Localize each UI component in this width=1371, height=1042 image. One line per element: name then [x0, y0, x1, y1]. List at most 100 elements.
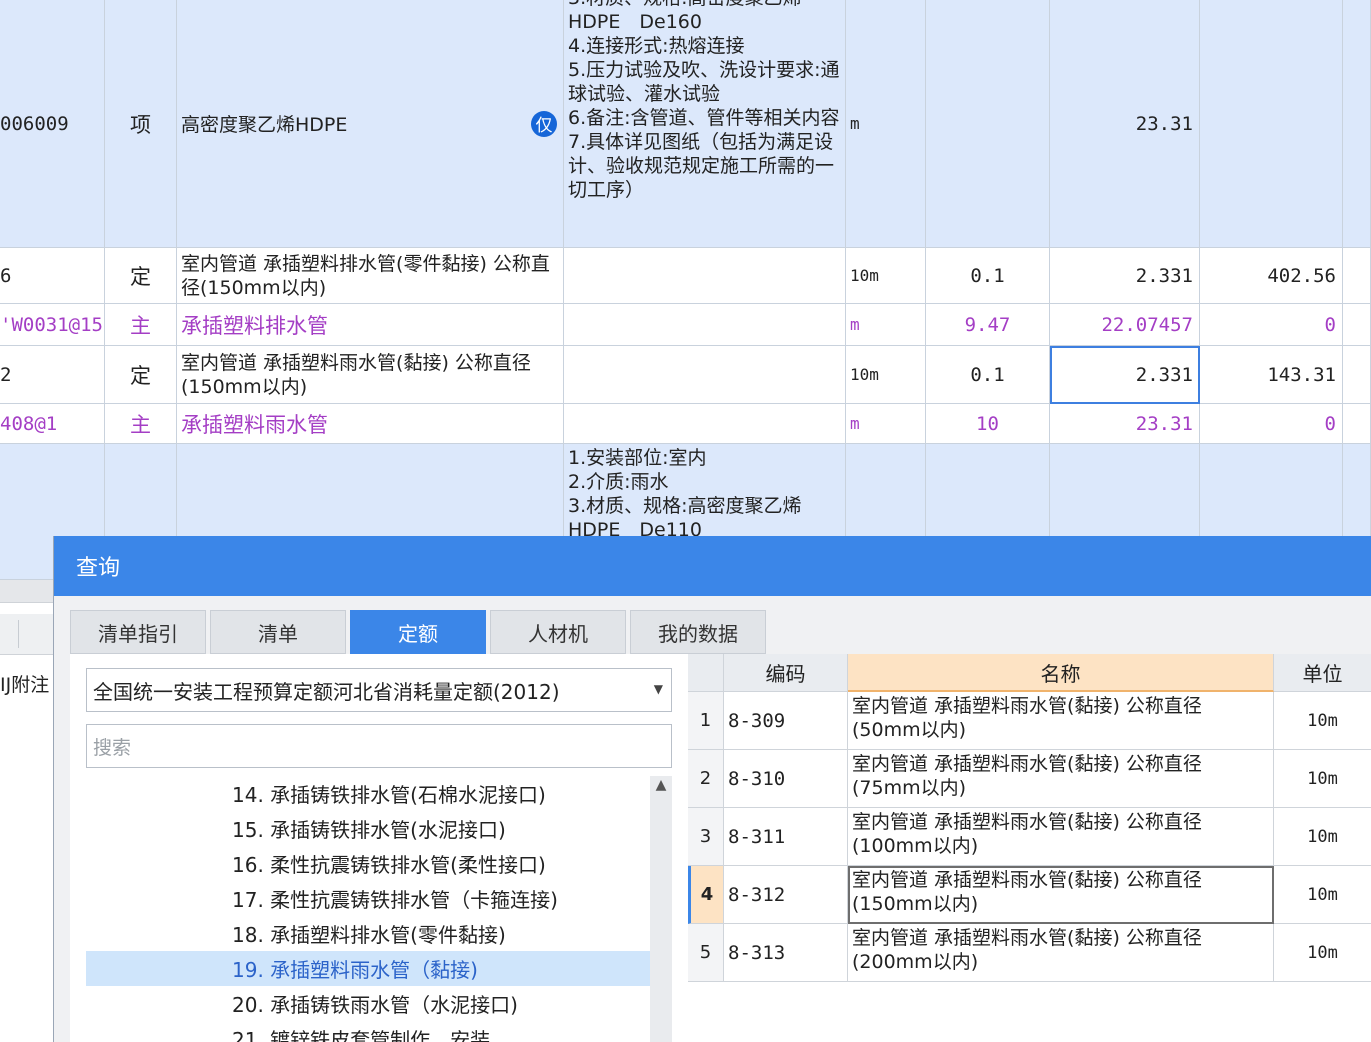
row-code[interactable]: 8-313	[724, 924, 848, 982]
tree-item[interactable]: 20. 承插铸铁雨水管（水泥接口)	[86, 986, 650, 1021]
tab-my-data[interactable]: 我的数据	[630, 610, 766, 654]
row-name[interactable]: 室内管道 承插塑料雨水管(黏接) 公称直径(200mm以内)	[848, 924, 1274, 982]
chevron-down-icon[interactable]: ▼	[654, 682, 663, 696]
cell-extra[interactable]	[1343, 248, 1371, 304]
row-number: 2	[688, 750, 724, 808]
row-number: 1	[688, 692, 724, 750]
cell-features[interactable]	[564, 248, 846, 304]
grid-header-code[interactable]: 编码	[724, 654, 848, 692]
cell-qty1[interactable]: 10	[926, 404, 1050, 444]
sheet-row[interactable]: 6 定 室内管道 承插塑料排水管(零件黏接) 公称直径(150mm以内) 10m…	[0, 248, 1371, 304]
tab-list-guide[interactable]: 清单指引	[70, 610, 206, 654]
cell-type[interactable]: 项	[105, 0, 177, 248]
cell-features[interactable]: 3.材质、规格:高密度聚乙烯HDPE De160 4.连接形式:热熔连接 5.压…	[564, 0, 846, 248]
search-input[interactable]: 搜索	[86, 724, 672, 768]
cell-qty2[interactable]: 2.331	[1050, 248, 1200, 304]
row-number: 4	[688, 866, 724, 924]
sheet-row[interactable]: 006009 项 高密度聚乙烯HDPE 仅 3.材质、规格:高密度聚乙烯HDPE…	[0, 0, 1371, 248]
sheet-row[interactable]: 408@1 主 承插塑料雨水管 m 10 23.31 0	[0, 404, 1371, 444]
cell-qty2-selected[interactable]: 2.331	[1050, 346, 1200, 404]
cell-price[interactable]: 402.56	[1200, 248, 1343, 304]
grid-row[interactable]: 2 8-310 室内管道 承插塑料雨水管(黏接) 公称直径(75mm以内) 10…	[688, 750, 1371, 808]
cell-unit[interactable]: 10m	[846, 248, 926, 304]
row-code[interactable]: 8-309	[724, 692, 848, 750]
cell-name[interactable]: 高密度聚乙烯HDPE 仅	[177, 0, 564, 248]
sheet-row[interactable]: 2 定 室内管道 承插塑料雨水管(黏接) 公称直径(150mm以内) 10m 0…	[0, 346, 1371, 404]
cell-features[interactable]	[564, 304, 846, 346]
cell-extra[interactable]	[1343, 404, 1371, 444]
cell-qty2[interactable]: 23.31	[1050, 0, 1200, 248]
cell-price[interactable]: 0	[1200, 304, 1343, 346]
row-name[interactable]: 室内管道 承插塑料雨水管(黏接) 公称直径(75mm以内)	[848, 750, 1274, 808]
cell-unit[interactable]: m	[846, 0, 926, 248]
grid-row-current[interactable]: 4 8-312 室内管道 承插塑料雨水管(黏接) 公称直径(150mm以内) 1…	[688, 866, 1371, 924]
grid-row[interactable]: 1 8-309 室内管道 承插塑料雨水管(黏接) 公称直径(50mm以内) 10…	[688, 692, 1371, 750]
cell-extra[interactable]	[1343, 304, 1371, 346]
tree-item[interactable]: 21. 镀锌铁皮套管制作、安装	[86, 1021, 650, 1042]
cell-price[interactable]: 143.31	[1200, 346, 1343, 404]
row-unit[interactable]: 10m	[1274, 808, 1371, 866]
row-number: 5	[688, 924, 724, 982]
cell-code[interactable]: 408@1	[0, 404, 105, 444]
tree-item[interactable]: 14. 承插铸铁排水管(石棉水泥接口)	[86, 776, 650, 811]
lower-panel-tabs[interactable]	[0, 614, 54, 655]
cell-unit[interactable]: 10m	[846, 346, 926, 404]
cell-qty2[interactable]: 22.07457	[1050, 304, 1200, 346]
cell-qty1[interactable]: 0.1	[926, 248, 1050, 304]
cell-extra[interactable]	[1343, 346, 1371, 404]
scroll-up-icon[interactable]: ▲	[653, 778, 669, 792]
cell-price[interactable]	[1200, 0, 1343, 248]
row-unit[interactable]: 10m	[1274, 750, 1371, 808]
grid-header-name[interactable]: 名称	[848, 654, 1274, 692]
tree-item[interactable]: 17. 柔性抗震铸铁排水管（卡箍连接)	[86, 881, 650, 916]
cell-features[interactable]	[564, 404, 846, 444]
row-name[interactable]: 室内管道 承插塑料雨水管(黏接) 公称直径(100mm以内)	[848, 808, 1274, 866]
cell-features[interactable]	[564, 346, 846, 404]
cell-name[interactable]: 室内管道 承插塑料排水管(零件黏接) 公称直径(150mm以内)	[177, 248, 564, 304]
cell-code[interactable]: 006009	[0, 0, 105, 248]
cell-name[interactable]: 承插塑料雨水管	[177, 404, 564, 444]
cell-qty1[interactable]	[926, 0, 1050, 248]
cell-code[interactable]: 2	[0, 346, 105, 404]
sheet-row[interactable]: 'W0031@15 主 承插塑料排水管 m 9.47 22.07457 0	[0, 304, 1371, 346]
row-name[interactable]: 室内管道 承插塑料雨水管(黏接) 公称直径(50mm以内)	[848, 692, 1274, 750]
cell-qty2[interactable]: 23.31	[1050, 404, 1200, 444]
cell-price[interactable]: 0	[1200, 404, 1343, 444]
tab-labor-material-machine[interactable]: 人材机	[490, 610, 626, 654]
quota-library-select[interactable]: 全国统一安装工程预算定额河北省消耗量定额(2012) ▼	[86, 668, 672, 712]
row-code[interactable]: 8-310	[724, 750, 848, 808]
row-unit[interactable]: 10m	[1274, 924, 1371, 982]
cell-code[interactable]: 6	[0, 248, 105, 304]
row-unit[interactable]: 10m	[1274, 692, 1371, 750]
cell-unit[interactable]: m	[846, 304, 926, 346]
dialog-title: 查询	[76, 556, 121, 581]
tree-item[interactable]: 18. 承插塑料排水管(零件黏接)	[86, 916, 650, 951]
row-code[interactable]: 8-311	[724, 808, 848, 866]
cell-name[interactable]: 承插塑料排水管	[177, 304, 564, 346]
dialog-title-bar[interactable]: 查询	[54, 536, 1371, 596]
grid-row[interactable]: 3 8-311 室内管道 承插塑料雨水管(黏接) 公称直径(100mm以内) 1…	[688, 808, 1371, 866]
cell-type[interactable]: 主	[105, 404, 177, 444]
cell-qty1[interactable]: 0.1	[926, 346, 1050, 404]
cell-name[interactable]: 室内管道 承插塑料雨水管(黏接) 公称直径(150mm以内)	[177, 346, 564, 404]
tree-item-selected[interactable]: 19. 承插塑料雨水管（黏接)	[86, 951, 650, 986]
row-code[interactable]: 8-312	[724, 866, 848, 924]
tree-item[interactable]: 15. 承插铸铁排水管(水泥接口)	[86, 811, 650, 846]
grid-row[interactable]: 5 8-313 室内管道 承插塑料雨水管(黏接) 公称直径(200mm以内) 1…	[688, 924, 1371, 982]
cell-type[interactable]: 定	[105, 346, 177, 404]
row-unit[interactable]: 10m	[1274, 866, 1371, 924]
cell-code[interactable]: 'W0031@15	[0, 304, 105, 346]
cell-extra[interactable]	[1343, 0, 1371, 248]
tree-scrollbar[interactable]: ▲	[650, 776, 672, 1042]
row-name[interactable]: 室内管道 承插塑料雨水管(黏接) 公称直径(150mm以内)	[848, 866, 1274, 924]
tab-list[interactable]: 清单	[210, 610, 346, 654]
cell-unit[interactable]: m	[846, 404, 926, 444]
tab-quota[interactable]: 定额	[350, 610, 486, 654]
cell-qty1[interactable]: 9.47	[926, 304, 1050, 346]
lower-panel-label[interactable]: IJ附注	[0, 670, 49, 697]
tree-item[interactable]: 16. 柔性抗震铸铁排水管(柔性接口)	[86, 846, 650, 881]
grid-header-unit[interactable]: 单位	[1274, 654, 1371, 692]
cell-type[interactable]: 主	[105, 304, 177, 346]
cell-type[interactable]: 定	[105, 248, 177, 304]
dialog-body: 清单指引 清单 定额 人材机 我的数据 全国统一安装工程预算定额河北省消耗量定额…	[54, 596, 1371, 1042]
